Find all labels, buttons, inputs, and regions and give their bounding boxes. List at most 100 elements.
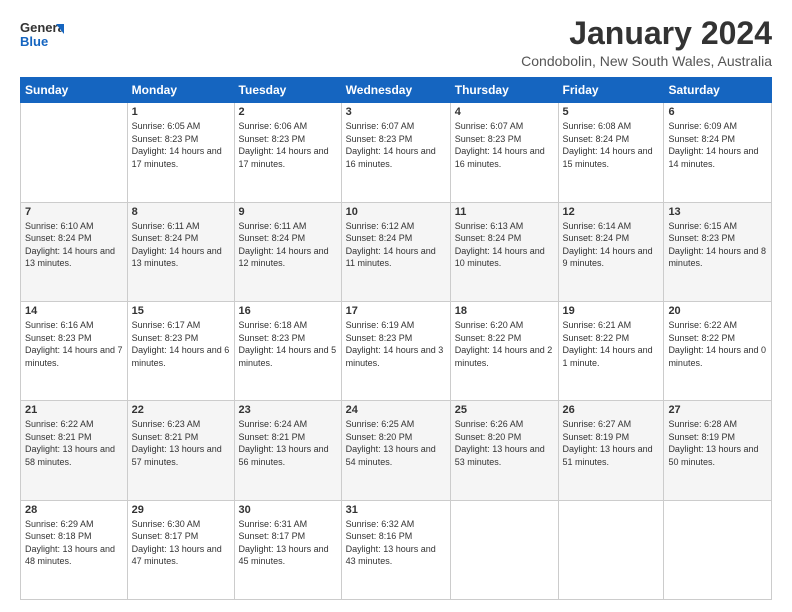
day-number: 14 bbox=[25, 305, 123, 317]
svg-text:Blue: Blue bbox=[20, 34, 48, 49]
day-number: 12 bbox=[563, 206, 660, 218]
day-number: 3 bbox=[346, 106, 446, 118]
day-number: 6 bbox=[668, 106, 767, 118]
header-wednesday: Wednesday bbox=[341, 78, 450, 103]
day-number: 22 bbox=[132, 404, 230, 416]
header-thursday: Thursday bbox=[450, 78, 558, 103]
calendar-cell: 2Sunrise: 6:06 AMSunset: 8:23 PMDaylight… bbox=[234, 103, 341, 202]
day-info: Sunrise: 6:29 AMSunset: 8:18 PMDaylight:… bbox=[25, 518, 123, 568]
day-info: Sunrise: 6:24 AMSunset: 8:21 PMDaylight:… bbox=[239, 418, 337, 468]
calendar-cell: 31Sunrise: 6:32 AMSunset: 8:16 PMDayligh… bbox=[341, 500, 450, 599]
day-info: Sunrise: 6:07 AMSunset: 8:23 PMDaylight:… bbox=[346, 120, 446, 170]
calendar-cell: 4Sunrise: 6:07 AMSunset: 8:23 PMDaylight… bbox=[450, 103, 558, 202]
calendar-cell: 26Sunrise: 6:27 AMSunset: 8:19 PMDayligh… bbox=[558, 401, 664, 500]
day-number: 17 bbox=[346, 305, 446, 317]
header: General Blue January 2024 Condobolin, Ne… bbox=[20, 16, 772, 69]
calendar-cell: 24 Sunrise: 6:25 AMSunset: 8:20 PMDayligh… bbox=[341, 401, 450, 500]
week-row-4: 21Sunrise: 6:22 AMSunset: 8:21 PMDayligh… bbox=[21, 401, 772, 500]
day-number: 28 bbox=[25, 504, 123, 516]
week-row-3: 14 Sunrise: 6:16 AMSunset: 8:23 PMDayligh… bbox=[21, 301, 772, 400]
calendar-cell bbox=[558, 500, 664, 599]
day-number: 31 bbox=[346, 504, 446, 516]
title-block: January 2024 Condobolin, New South Wales… bbox=[521, 16, 772, 69]
day-number: 18 bbox=[455, 305, 554, 317]
day-info: Sunrise: 6:15 AMSunset: 8:23 PMDaylight:… bbox=[668, 220, 767, 270]
day-info: Sunrise: 6:19 AMSunset: 8:23 PMDaylight:… bbox=[346, 319, 446, 369]
calendar-cell: 21Sunrise: 6:22 AMSunset: 8:21 PMDayligh… bbox=[21, 401, 128, 500]
calendar-cell bbox=[450, 500, 558, 599]
day-info: Sunrise: 6:05 AMSunset: 8:23 PMDaylight:… bbox=[132, 120, 230, 170]
header-monday: Monday bbox=[127, 78, 234, 103]
day-number: 24 bbox=[346, 404, 446, 416]
day-info: Sunrise: 6:14 AMSunset: 8:24 PMDaylight:… bbox=[563, 220, 660, 270]
day-number: 9 bbox=[239, 206, 337, 218]
day-info: Sunrise: 6:13 AMSunset: 8:24 PMDaylight:… bbox=[455, 220, 554, 270]
calendar-cell: 8Sunrise: 6:11 AMSunset: 8:24 PMDaylight… bbox=[127, 202, 234, 301]
day-info: Sunrise: 6:31 AMSunset: 8:17 PMDaylight:… bbox=[239, 518, 337, 568]
day-info: Sunrise: 6:07 AMSunset: 8:23 PMDaylight:… bbox=[455, 120, 554, 170]
calendar-cell: 14 Sunrise: 6:16 AMSunset: 8:23 PMDayligh… bbox=[21, 301, 128, 400]
day-number: 1 bbox=[132, 106, 230, 118]
day-info: Sunrise: 6:25 AMSunset: 8:20 PMDaylight:… bbox=[346, 418, 446, 468]
day-info: Sunrise: 6:20 AMSunset: 8:22 PMDaylight:… bbox=[455, 319, 554, 369]
day-info: Sunrise: 6:26 AMSunset: 8:20 PMDaylight:… bbox=[455, 418, 554, 468]
day-info: Sunrise: 6:16 AMSunset: 8:23 PMDaylight:… bbox=[25, 319, 123, 369]
logo: General Blue bbox=[20, 16, 64, 61]
day-number: 27 bbox=[668, 404, 767, 416]
day-number: 11 bbox=[455, 206, 554, 218]
day-number: 19 bbox=[563, 305, 660, 317]
calendar-cell: 19Sunrise: 6:21 AMSunset: 8:22 PMDayligh… bbox=[558, 301, 664, 400]
day-info: Sunrise: 6:23 AMSunset: 8:21 PMDaylight:… bbox=[132, 418, 230, 468]
calendar-body: 1 Sunrise: 6:05 AMSunset: 8:23 PMDaylight… bbox=[21, 103, 772, 600]
calendar-cell: 23 Sunrise: 6:24 AMSunset: 8:21 PMDayligh… bbox=[234, 401, 341, 500]
calendar-cell bbox=[664, 500, 772, 599]
calendar-cell: 27 Sunrise: 6:28 AMSunset: 8:19 PMDayligh… bbox=[664, 401, 772, 500]
day-info: Sunrise: 6:22 AMSunset: 8:22 PMDaylight:… bbox=[668, 319, 767, 369]
day-info: Sunrise: 6:12 AMSunset: 8:24 PMDaylight:… bbox=[346, 220, 446, 270]
day-info: Sunrise: 6:30 AMSunset: 8:17 PMDaylight:… bbox=[132, 518, 230, 568]
day-info: Sunrise: 6:11 AMSunset: 8:24 PMDaylight:… bbox=[132, 220, 230, 270]
calendar-cell: 18 Sunrise: 6:20 AMSunset: 8:22 PMDayligh… bbox=[450, 301, 558, 400]
calendar-cell: 30 Sunrise: 6:31 AMSunset: 8:17 PMDayligh… bbox=[234, 500, 341, 599]
header-sunday: Sunday bbox=[21, 78, 128, 103]
day-info: Sunrise: 6:28 AMSunset: 8:19 PMDaylight:… bbox=[668, 418, 767, 468]
day-info: Sunrise: 6:06 AMSunset: 8:23 PMDaylight:… bbox=[239, 120, 337, 170]
calendar-cell: 25Sunrise: 6:26 AMSunset: 8:20 PMDayligh… bbox=[450, 401, 558, 500]
calendar-cell: 6Sunrise: 6:09 AMSunset: 8:24 PMDaylight… bbox=[664, 103, 772, 202]
day-info: Sunrise: 6:18 AMSunset: 8:23 PMDaylight:… bbox=[239, 319, 337, 369]
calendar-cell: 12 Sunrise: 6:14 AMSunset: 8:24 PMDayligh… bbox=[558, 202, 664, 301]
calendar-cell bbox=[21, 103, 128, 202]
header-tuesday: Tuesday bbox=[234, 78, 341, 103]
day-number: 16 bbox=[239, 305, 337, 317]
day-number: 20 bbox=[668, 305, 767, 317]
calendar-cell: 3 Sunrise: 6:07 AMSunset: 8:23 PMDaylight… bbox=[341, 103, 450, 202]
calendar-cell: 10Sunrise: 6:12 AMSunset: 8:24 PMDayligh… bbox=[341, 202, 450, 301]
calendar-cell: 22 Sunrise: 6:23 AMSunset: 8:21 PMDayligh… bbox=[127, 401, 234, 500]
day-info: Sunrise: 6:17 AMSunset: 8:23 PMDaylight:… bbox=[132, 319, 230, 369]
day-number: 7 bbox=[25, 206, 123, 218]
calendar-cell: 1 Sunrise: 6:05 AMSunset: 8:23 PMDaylight… bbox=[127, 103, 234, 202]
page: General Blue January 2024 Condobolin, Ne… bbox=[0, 0, 792, 612]
calendar-cell: 13Sunrise: 6:15 AMSunset: 8:23 PMDayligh… bbox=[664, 202, 772, 301]
calendar-cell: 9Sunrise: 6:11 AMSunset: 8:24 PMDaylight… bbox=[234, 202, 341, 301]
days-header-row: Sunday Monday Tuesday Wednesday Thursday… bbox=[21, 78, 772, 103]
day-info: Sunrise: 6:10 AMSunset: 8:24 PMDaylight:… bbox=[25, 220, 123, 270]
calendar-cell: 17 Sunrise: 6:19 AMSunset: 8:23 PMDayligh… bbox=[341, 301, 450, 400]
calendar-cell: 29 Sunrise: 6:30 AMSunset: 8:17 PMDayligh… bbox=[127, 500, 234, 599]
day-number: 23 bbox=[239, 404, 337, 416]
logo-icon: General Blue bbox=[20, 16, 64, 56]
day-number: 26 bbox=[563, 404, 660, 416]
calendar-cell: 15 Sunrise: 6:17 AMSunset: 8:23 PMDayligh… bbox=[127, 301, 234, 400]
header-friday: Friday bbox=[558, 78, 664, 103]
week-row-1: 1 Sunrise: 6:05 AMSunset: 8:23 PMDaylight… bbox=[21, 103, 772, 202]
day-number: 30 bbox=[239, 504, 337, 516]
calendar-cell: 20 Sunrise: 6:22 AMSunset: 8:22 PMDayligh… bbox=[664, 301, 772, 400]
day-number: 29 bbox=[132, 504, 230, 516]
header-saturday: Saturday bbox=[664, 78, 772, 103]
day-number: 15 bbox=[132, 305, 230, 317]
calendar-subtitle: Condobolin, New South Wales, Australia bbox=[521, 53, 772, 69]
week-row-2: 7 Sunrise: 6:10 AMSunset: 8:24 PMDaylight… bbox=[21, 202, 772, 301]
calendar-cell: 11 Sunrise: 6:13 AMSunset: 8:24 PMDayligh… bbox=[450, 202, 558, 301]
day-info: Sunrise: 6:08 AMSunset: 8:24 PMDaylight:… bbox=[563, 120, 660, 170]
calendar-title: January 2024 bbox=[521, 16, 772, 51]
